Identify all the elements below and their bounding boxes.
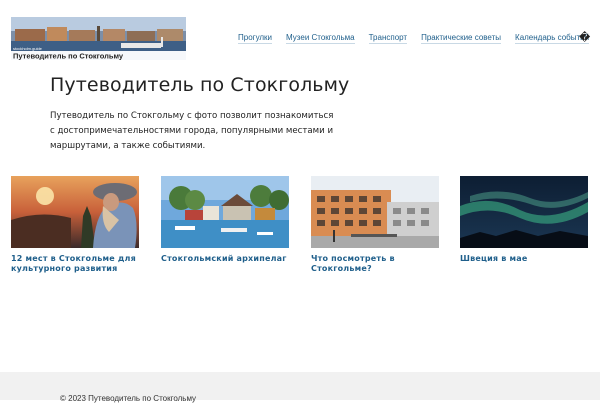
article-card: 12 мест в Стокгольме для культурного раз…: [11, 176, 139, 274]
article-cards: 12 мест в Стокгольме для культурного раз…: [0, 176, 600, 286]
nav-item-museums[interactable]: Музеи Стокгольма: [286, 33, 355, 44]
modern-building-image: [311, 176, 439, 248]
article-card: Что посмотреть в Стокгольме?: [311, 176, 439, 274]
article-card: Стокгольмский архипелаг: [161, 176, 289, 264]
nav-item-events-calendar[interactable]: Календарь событий: [515, 33, 590, 44]
northern-lights-image: [460, 176, 588, 248]
copyright-text: © 2023 Путеводитель по Стокгольму: [60, 394, 197, 403]
search-icon[interactable]: �: [579, 31, 590, 44]
article-thumbnail[interactable]: [460, 176, 588, 248]
main-nav: Прогулки Музеи Стокгольма Транспорт Прак…: [238, 33, 600, 44]
logo-small-text: stockholm.guide: [13, 46, 43, 51]
article-title[interactable]: 12 мест в Стокгольме для культурного раз…: [11, 254, 139, 274]
article-title[interactable]: Что посмотреть в Стокгольме?: [311, 254, 439, 274]
article-title[interactable]: Швеция в мае: [460, 254, 588, 264]
article-title[interactable]: Стокгольмский архипелаг: [161, 254, 289, 264]
intro-section: Путеводитель по Стокгольму Путеводитель …: [50, 74, 350, 154]
intro-text: Путеводитель по Стокгольму с фото позвол…: [50, 111, 334, 151]
nav-item-tips[interactable]: Практические советы: [421, 33, 502, 44]
site-logo[interactable]: stockholm.guide Путеводитель по Стокголь…: [11, 17, 186, 60]
article-card: Швеция в мае: [460, 176, 588, 264]
nav-item-walks[interactable]: Прогулки: [238, 33, 273, 44]
logo-caption: Путеводитель по Стокгольму: [13, 52, 124, 61]
logo-image: stockholm.guide Путеводитель по Стокголь…: [11, 17, 186, 60]
article-thumbnail[interactable]: [11, 176, 139, 248]
site-header: stockholm.guide Путеводитель по Стокголь…: [0, 0, 600, 70]
page-title: Путеводитель по Стокгольму: [50, 74, 350, 96]
article-thumbnail[interactable]: [161, 176, 289, 248]
article-thumbnail[interactable]: [311, 176, 439, 248]
site-footer: © 2023 Путеводитель по Стокгольму: [0, 372, 600, 403]
archipelago-image: [161, 176, 289, 248]
autumn-portrait-image: [11, 176, 139, 248]
nav-item-transport[interactable]: Транспорт: [368, 33, 408, 44]
